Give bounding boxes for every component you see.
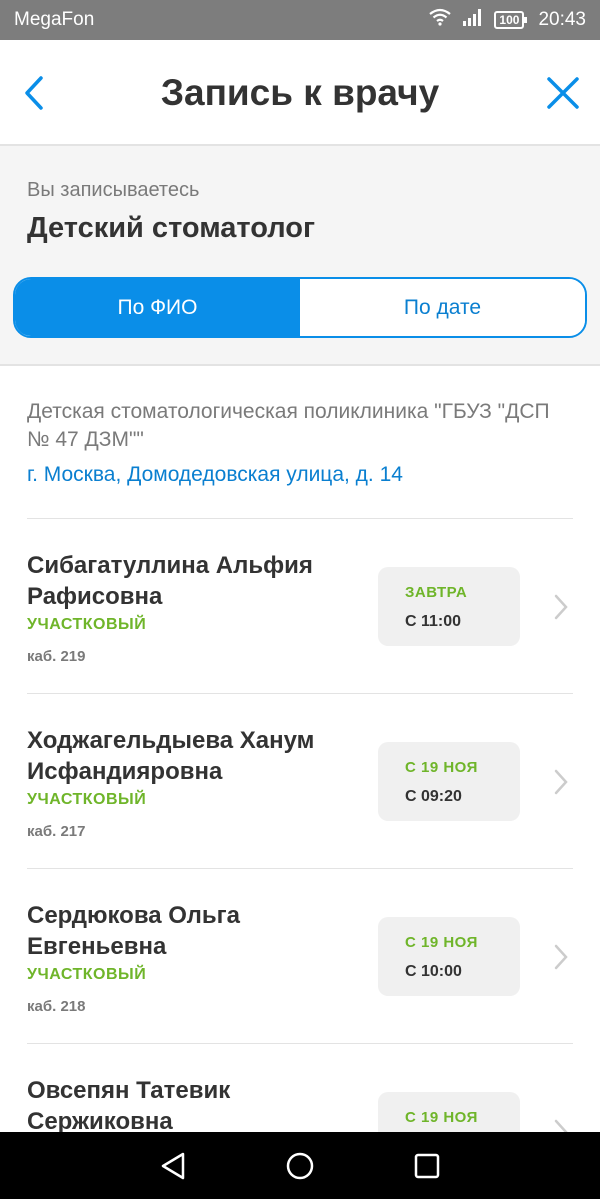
page-title: Запись к врачу bbox=[160, 72, 440, 113]
slot-day: С 19 НОЯ bbox=[405, 934, 478, 951]
back-button[interactable] bbox=[14, 70, 54, 116]
nearest-slot[interactable]: С 19 НОЯ С 10:00 bbox=[378, 917, 520, 996]
doctor-row[interactable]: Сердюкова Ольга Евгеньевна УЧАСТКОВЫЙ ка… bbox=[27, 868, 573, 1043]
doctor-row[interactable]: Ходжагельдыева Ханум Исфандияровна УЧАСТ… bbox=[27, 693, 573, 868]
doctor-name: Сердюкова Ольга Евгеньевна bbox=[27, 902, 240, 960]
booking-intro: Вы записываетесь Детский стоматолог По Ф… bbox=[0, 146, 600, 366]
slot-day: ЗАВТРА bbox=[405, 584, 468, 601]
slot-time: С 10:00 bbox=[405, 963, 462, 980]
slot-day: С 19 НОЯ bbox=[405, 759, 478, 776]
tab-by-date[interactable]: По дате bbox=[300, 279, 585, 336]
wifi-icon bbox=[428, 8, 452, 32]
status-time: 20:43 bbox=[538, 9, 586, 30]
slot-time: С 11:00 bbox=[405, 613, 462, 630]
slot-day: С 19 НОЯ bbox=[405, 1109, 478, 1126]
nav-home-button[interactable] bbox=[280, 1146, 320, 1186]
status-icons: 100 20:43 bbox=[428, 8, 586, 32]
doctor-cabinet: каб. 218 bbox=[27, 998, 86, 1015]
doctor-list: Сибагатуллина Альфия Рафисовна УЧАСТКОВЫ… bbox=[0, 518, 600, 1199]
app-header: Запись к врачу bbox=[0, 40, 600, 146]
square-recents-icon bbox=[414, 1153, 439, 1178]
specialty-title: Детский стоматолог bbox=[27, 212, 316, 244]
doctor-cabinet: каб. 219 bbox=[27, 648, 86, 665]
intro-subtitle: Вы записываетесь bbox=[27, 179, 200, 201]
doctor-role: УЧАСТКОВЫЙ bbox=[27, 616, 147, 633]
close-icon bbox=[547, 77, 579, 109]
doctor-name: Ходжагельдыева Ханум Исфандияровна bbox=[27, 727, 315, 785]
doctor-role: УЧАСТКОВЫЙ bbox=[27, 791, 147, 808]
chevron-left-icon bbox=[25, 76, 43, 110]
clinic-address-link[interactable]: г. Москва, Домодедовская улица, д. 14 bbox=[27, 463, 403, 487]
doctor-name: Сибагатуллина Альфия Рафисовна bbox=[27, 552, 313, 610]
doctor-row[interactable]: Сибагатуллина Альфия Рафисовна УЧАСТКОВЫ… bbox=[27, 518, 573, 693]
doctor-role: УЧАСТКОВЫЙ bbox=[27, 966, 147, 983]
chevron-right-icon bbox=[549, 592, 573, 622]
doctor-cabinet: каб. 217 bbox=[27, 823, 86, 840]
nav-back-button[interactable] bbox=[153, 1146, 193, 1186]
nearest-slot[interactable]: С 19 НОЯ С 09:20 bbox=[378, 742, 520, 821]
nearest-slot[interactable]: ЗАВТРА С 11:00 bbox=[378, 567, 520, 646]
triangle-back-icon bbox=[162, 1152, 185, 1179]
close-button[interactable] bbox=[540, 70, 586, 116]
status-bar: MegaFon 100 20:43 bbox=[0, 0, 600, 40]
doctor-name: Овсепян Татевик Сержиковна bbox=[27, 1077, 231, 1135]
search-mode-toggle: По ФИО По дате bbox=[13, 277, 587, 338]
chevron-right-icon bbox=[549, 767, 573, 797]
carrier-name: MegaFon bbox=[14, 9, 95, 30]
signal-icon bbox=[462, 8, 484, 32]
system-nav-bar bbox=[0, 1132, 600, 1199]
nav-recents-button[interactable] bbox=[407, 1146, 447, 1186]
tab-by-name[interactable]: По ФИО bbox=[15, 279, 300, 336]
circle-home-icon bbox=[286, 1152, 314, 1179]
chevron-right-icon bbox=[549, 942, 573, 972]
battery-icon: 100 bbox=[494, 11, 528, 29]
clinic-name: Детская стоматологическая поликлиника "Г… bbox=[27, 400, 550, 451]
slot-time: С 09:20 bbox=[405, 788, 462, 805]
